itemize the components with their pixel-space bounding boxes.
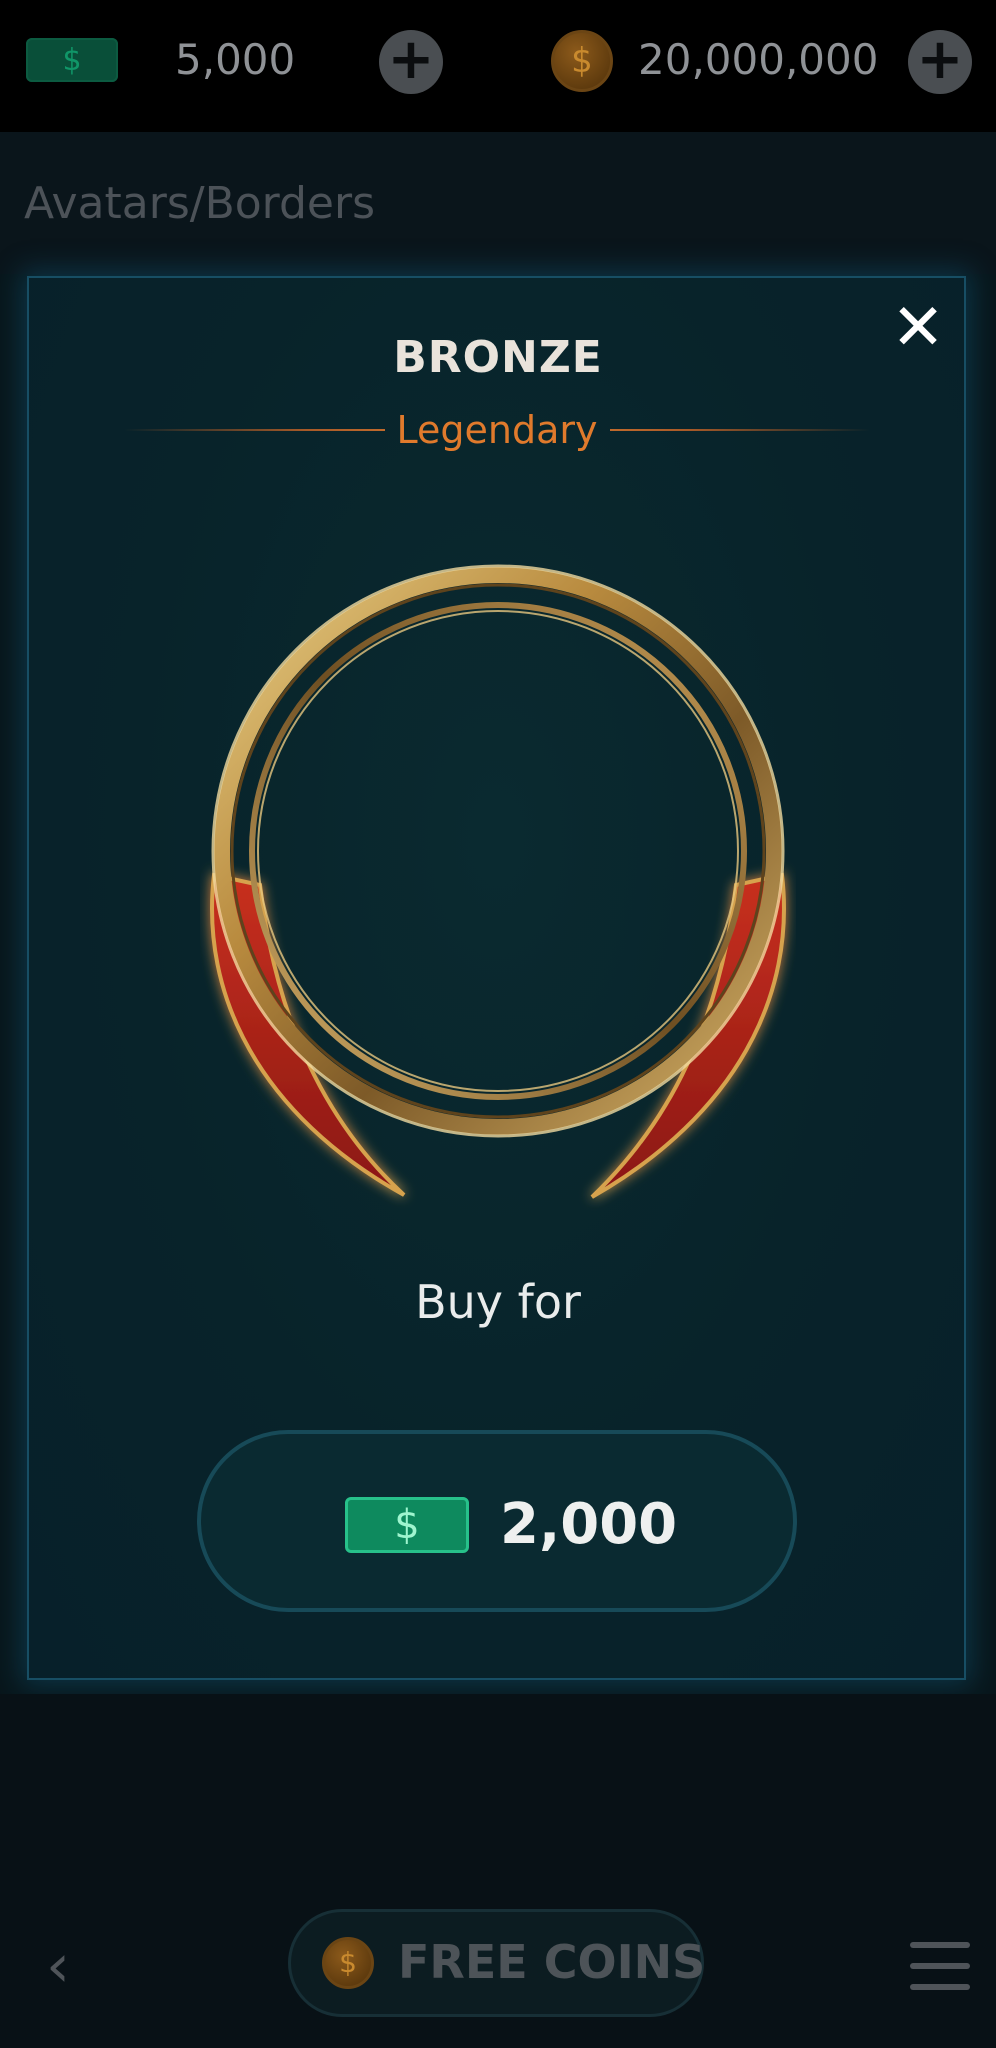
- border-preview-image: [210, 564, 786, 1199]
- cash-symbol: $: [62, 42, 82, 78]
- rarity-label: Legendary: [396, 408, 598, 452]
- coin-balance: 20,000,000: [638, 35, 879, 84]
- item-title: BRONZE: [393, 332, 603, 383]
- cash-icon: $: [26, 38, 118, 82]
- page-title: Avatars/Borders: [24, 178, 376, 229]
- free-coins-label: FREE COINS: [398, 1935, 706, 1989]
- cash-balance: 5,000: [175, 35, 296, 84]
- price-amount: 2,000: [500, 1492, 678, 1557]
- divider: [124, 429, 385, 431]
- hamburger-menu-icon[interactable]: [910, 1940, 970, 1992]
- divider: [609, 429, 871, 431]
- buy-button[interactable]: [197, 1430, 797, 1612]
- buy-for-label: Buy for: [415, 1275, 581, 1329]
- rarity-row: Legendary: [124, 405, 871, 455]
- add-cash-button[interactable]: +: [379, 30, 443, 94]
- screen: $ 5,000 + $ 20,000,000 + Avatars/Borders…: [0, 0, 996, 2048]
- add-coins-button[interactable]: +: [908, 30, 972, 94]
- gold-coin-icon: $: [551, 30, 613, 92]
- gold-coin-icon: $: [322, 1937, 374, 1989]
- back-button[interactable]: ‹: [28, 1936, 88, 1996]
- dollar-bill-icon: $: [345, 1497, 469, 1553]
